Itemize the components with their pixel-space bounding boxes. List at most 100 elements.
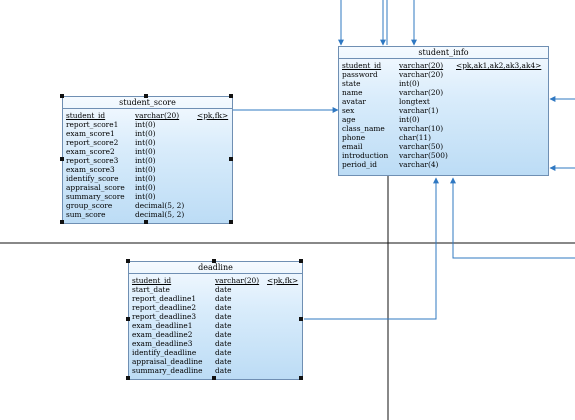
column-type: char(11)	[399, 133, 432, 142]
resize-handle[interactable]	[126, 259, 130, 263]
column-name: avatar	[342, 97, 366, 106]
column-name: summary_deadline	[132, 366, 203, 375]
table-student-score[interactable]: student_score student_id varchar(20) <pk…	[62, 96, 233, 224]
column-type: int(0)	[135, 147, 156, 156]
column-name: age	[342, 115, 356, 124]
resize-handle[interactable]	[126, 376, 130, 380]
table-deadline[interactable]: deadline student_id varchar(20) <pk,fk> …	[128, 261, 303, 380]
column-name: period_id	[342, 160, 377, 169]
resize-handle[interactable]	[60, 220, 64, 224]
table-row[interactable]: period_id varchar(4)	[339, 160, 548, 169]
table-row-primary-key[interactable]: student_id varchar(20) <pk,ak1,ak2,ak3,a…	[339, 61, 548, 70]
table-row[interactable]: exam_deadline1 date	[129, 321, 302, 330]
table-row[interactable]: report_score2 int(0)	[63, 138, 232, 147]
column-name: report_deadline2	[132, 303, 197, 312]
column-name: student_id	[342, 61, 382, 70]
column-name: sex	[342, 106, 355, 115]
column-name: report_score2	[66, 138, 119, 147]
column-type: int(0)	[135, 156, 156, 165]
resize-handle[interactable]	[299, 317, 303, 321]
column-name: exam_score2	[66, 147, 115, 156]
table-row[interactable]: class_name varchar(10)	[339, 124, 548, 133]
table-student-info[interactable]: student_info student_id varchar(20) <pk,…	[338, 46, 549, 176]
column-name: class_name	[342, 124, 385, 133]
resize-handle[interactable]	[144, 220, 148, 224]
table-row[interactable]: exam_deadline2 date	[129, 330, 302, 339]
column-name: report_score3	[66, 156, 119, 165]
column-type: date	[215, 357, 232, 366]
table-row[interactable]: appraisal_score int(0)	[63, 183, 232, 192]
column-name: appraisal_score	[66, 183, 125, 192]
column-type: int(0)	[135, 192, 156, 201]
column-type: varchar(20)	[215, 276, 260, 285]
table-row[interactable]: identify_deadline date	[129, 348, 302, 357]
table-row[interactable]: introduction varchar(500)	[339, 151, 548, 160]
table-row[interactable]: state int(0)	[339, 79, 548, 88]
table-row[interactable]: exam_score2 int(0)	[63, 147, 232, 156]
resize-handle[interactable]	[60, 94, 64, 98]
table-row[interactable]: email varchar(50)	[339, 142, 548, 151]
table-row[interactable]: sex varchar(1)	[339, 106, 548, 115]
table-row[interactable]: summary_deadline date	[129, 366, 302, 375]
column-type: date	[215, 330, 232, 339]
column-type: int(0)	[399, 79, 420, 88]
resize-handle[interactable]	[299, 259, 303, 263]
connector-deadline-to-info[interactable]	[304, 177, 439, 320]
resize-handle[interactable]	[229, 157, 233, 161]
resize-handle[interactable]	[229, 220, 233, 224]
column-type: int(0)	[135, 120, 156, 129]
column-name: exam_score1	[66, 129, 115, 138]
resize-handle[interactable]	[299, 376, 303, 380]
resize-handle[interactable]	[212, 376, 216, 380]
resize-handle[interactable]	[126, 317, 130, 321]
column-name: identify_deadline	[132, 348, 197, 357]
table-row[interactable]: report_score1 int(0)	[63, 120, 232, 129]
column-type: date	[215, 294, 232, 303]
column-name: introduction	[342, 151, 389, 160]
table-row[interactable]: name varchar(20)	[339, 88, 548, 97]
table-row[interactable]: phone char(11)	[339, 133, 548, 142]
table-row[interactable]: start_date date	[129, 285, 302, 294]
table-row[interactable]: age int(0)	[339, 115, 548, 124]
column-name: summary_score	[66, 192, 125, 201]
resize-handle[interactable]	[212, 259, 216, 263]
column-type: date	[215, 303, 232, 312]
table-row[interactable]: report_score3 int(0)	[63, 156, 232, 165]
column-name: state	[342, 79, 361, 88]
table-row[interactable]: avatar longtext	[339, 97, 548, 106]
table-row[interactable]: exam_score1 int(0)	[63, 129, 232, 138]
column-type: date	[215, 339, 232, 348]
column-type: int(0)	[135, 174, 156, 183]
column-name: identify_score	[66, 174, 119, 183]
table-row[interactable]: sum_score decimal(5, 2)	[63, 210, 232, 219]
table-row[interactable]: identify_score int(0)	[63, 174, 232, 183]
column-type: date	[215, 366, 232, 375]
column-type: date	[215, 312, 232, 321]
table-row[interactable]: exam_score3 int(0)	[63, 165, 232, 174]
table-row[interactable]: password varchar(20)	[339, 70, 548, 79]
column-name: exam_deadline1	[132, 321, 193, 330]
table-row[interactable]: group_score decimal(5, 2)	[63, 201, 232, 210]
column-name: appraisal_deadline	[132, 357, 203, 366]
table-row[interactable]: summary_score int(0)	[63, 192, 232, 201]
column-type: varchar(20)	[399, 70, 444, 79]
column-name: exam_deadline2	[132, 330, 193, 339]
column-name: exam_deadline3	[132, 339, 193, 348]
table-row[interactable]: report_deadline2 date	[129, 303, 302, 312]
resize-handle[interactable]	[229, 94, 233, 98]
column-name: email	[342, 142, 363, 151]
column-name: student_id	[66, 111, 106, 120]
table-row-primary-key[interactable]: student_id varchar(20) <pk,fk>	[129, 276, 302, 285]
column-type: varchar(50)	[399, 142, 444, 151]
table-row[interactable]: exam_deadline3 date	[129, 339, 302, 348]
column-keys: <pk,fk>	[267, 276, 299, 285]
resize-handle[interactable]	[144, 94, 148, 98]
table-row-primary-key[interactable]: student_id varchar(20) <pk,fk>	[63, 111, 232, 120]
table-row[interactable]: report_deadline1 date	[129, 294, 302, 303]
table-row[interactable]: appraisal_deadline date	[129, 357, 302, 366]
connector-lower-right-to-info[interactable]	[450, 177, 575, 259]
table-row[interactable]: report_deadline3 date	[129, 312, 302, 321]
column-type: varchar(20)	[399, 61, 444, 70]
resize-handle[interactable]	[60, 157, 64, 161]
table-title: student_info	[339, 47, 548, 59]
